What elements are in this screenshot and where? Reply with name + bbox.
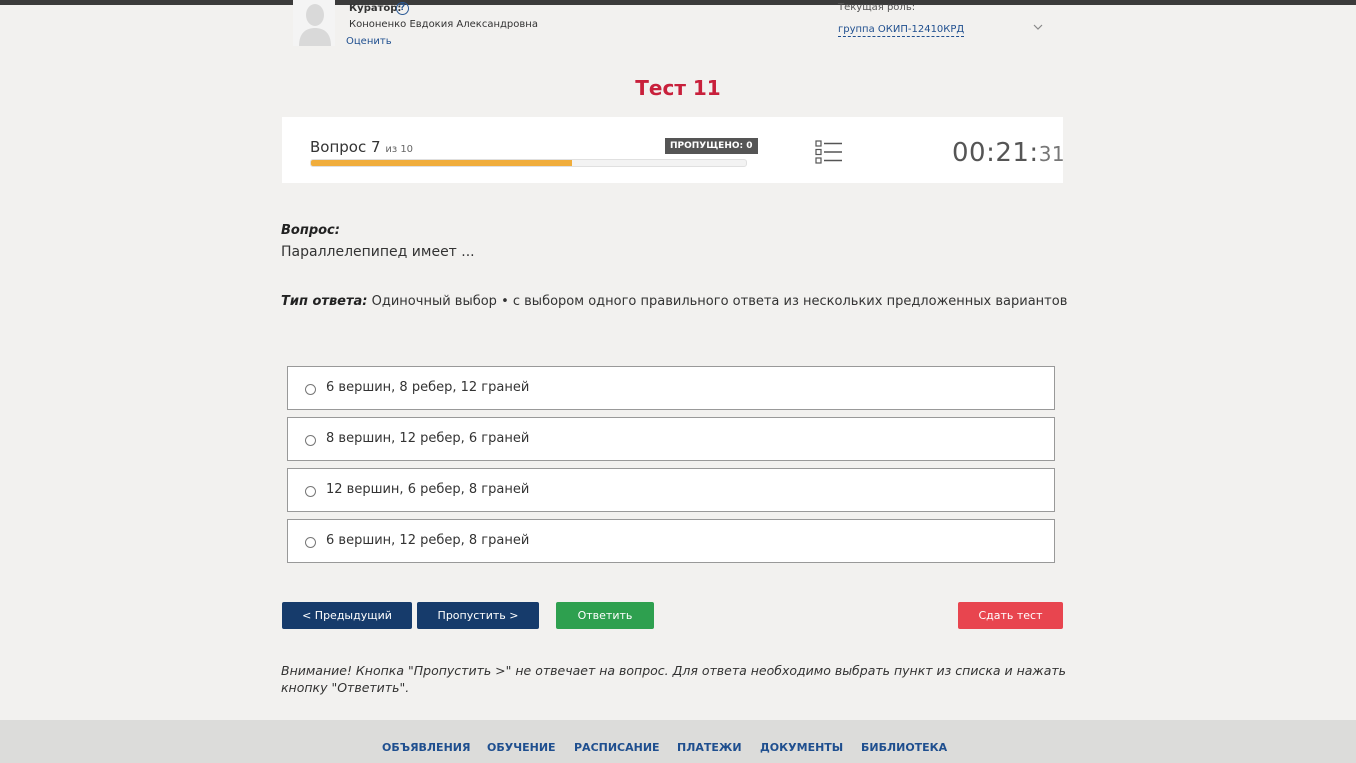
footer-link-schedule[interactable]: РАСПИСАНИЕ xyxy=(574,741,660,754)
footer-link-education[interactable]: ОБУЧЕНИЕ xyxy=(487,741,556,754)
question-heading: Вопрос: xyxy=(281,223,340,238)
countdown-timer: 00:21:31 xyxy=(952,138,1065,168)
curator-avatar xyxy=(293,0,335,46)
answer-option-4[interactable]: 6 вершин, 12 ребер, 8 граней xyxy=(287,519,1055,563)
answer-type-value: Одиночный выбор • с выбором одного прави… xyxy=(371,294,1068,309)
question-list-icon[interactable] xyxy=(815,139,843,165)
page-title: Тест 11 xyxy=(635,76,721,100)
answer-type-label: Тип ответа: xyxy=(281,294,368,309)
answer-option-label: 8 вершин, 12 ребер, 6 граней xyxy=(326,431,530,446)
help-icon[interactable]: ? xyxy=(396,2,409,15)
answer-option-3[interactable]: 12 вершин, 6 ребер, 8 граней xyxy=(287,468,1055,512)
skip-button[interactable]: Пропустить > xyxy=(417,602,539,629)
previous-button[interactable]: < Предыдущий xyxy=(282,602,412,629)
footer-link-documents[interactable]: ДОКУМЕНТЫ xyxy=(760,741,843,754)
question-number: Вопрос 7 xyxy=(310,138,381,156)
question-total: из 10 xyxy=(385,144,414,155)
curator-name: Кононенко Евдокия Александровна xyxy=(349,19,538,30)
footer-link-payments[interactable]: ПЛАТЕЖИ xyxy=(677,741,742,754)
answer-option-1[interactable]: 6 вершин, 8 ребер, 12 граней xyxy=(287,366,1055,410)
skip-warning: Внимание! Кнопка "Пропустить >" не отвеч… xyxy=(281,663,1066,695)
role-label: Текущая роль: xyxy=(838,2,916,13)
radio-button[interactable] xyxy=(305,435,316,446)
answer-option-2[interactable]: 8 вершин, 12 ребер, 6 граней xyxy=(287,417,1055,461)
progress-bar xyxy=(310,159,747,167)
timer-main: 00:21: xyxy=(952,138,1039,168)
rate-curator-link[interactable]: Оценить xyxy=(346,36,392,47)
curator-label: Куратор: xyxy=(349,3,402,14)
radio-button[interactable] xyxy=(305,486,316,497)
answer-button[interactable]: Ответить xyxy=(556,602,654,629)
submit-test-button[interactable]: Сдать тест xyxy=(958,602,1063,629)
answer-type: Тип ответа: Одиночный выбор • с выбором … xyxy=(281,294,1067,309)
top-bar xyxy=(0,0,1356,5)
footer-link-library[interactable]: БИБЛИОТЕКА xyxy=(861,741,947,754)
skipped-badge: ПРОПУЩЕНО: 0 xyxy=(665,138,758,154)
answer-option-label: 12 вершин, 6 ребер, 8 граней xyxy=(326,482,530,497)
answer-option-label: 6 вершин, 8 ребер, 12 граней xyxy=(326,380,530,395)
footer-link-announcements[interactable]: ОБЪЯВЛЕНИЯ xyxy=(382,741,470,754)
progress-bar-fill xyxy=(311,160,572,166)
user-silhouette-icon xyxy=(293,0,335,46)
chevron-down-icon[interactable] xyxy=(1031,20,1045,34)
footer-nav: ОБЪЯВЛЕНИЯ ОБУЧЕНИЕ РАСПИСАНИЕ ПЛАТЕЖИ Д… xyxy=(0,720,1356,763)
timer-seconds: 31 xyxy=(1038,142,1066,166)
radio-button[interactable] xyxy=(305,384,316,395)
question-counter: Вопрос 7 из 10 xyxy=(310,138,413,156)
question-text: Параллелепипед имеет ... xyxy=(281,244,475,260)
progress-card: Вопрос 7 из 10 ПРОПУЩЕНО: 0 00:21:31 xyxy=(282,117,1065,183)
radio-button[interactable] xyxy=(305,537,316,548)
role-selector[interactable]: группа ОКИП-12410КРД xyxy=(838,24,965,37)
answer-option-label: 6 вершин, 12 ребер, 8 граней xyxy=(326,533,530,548)
